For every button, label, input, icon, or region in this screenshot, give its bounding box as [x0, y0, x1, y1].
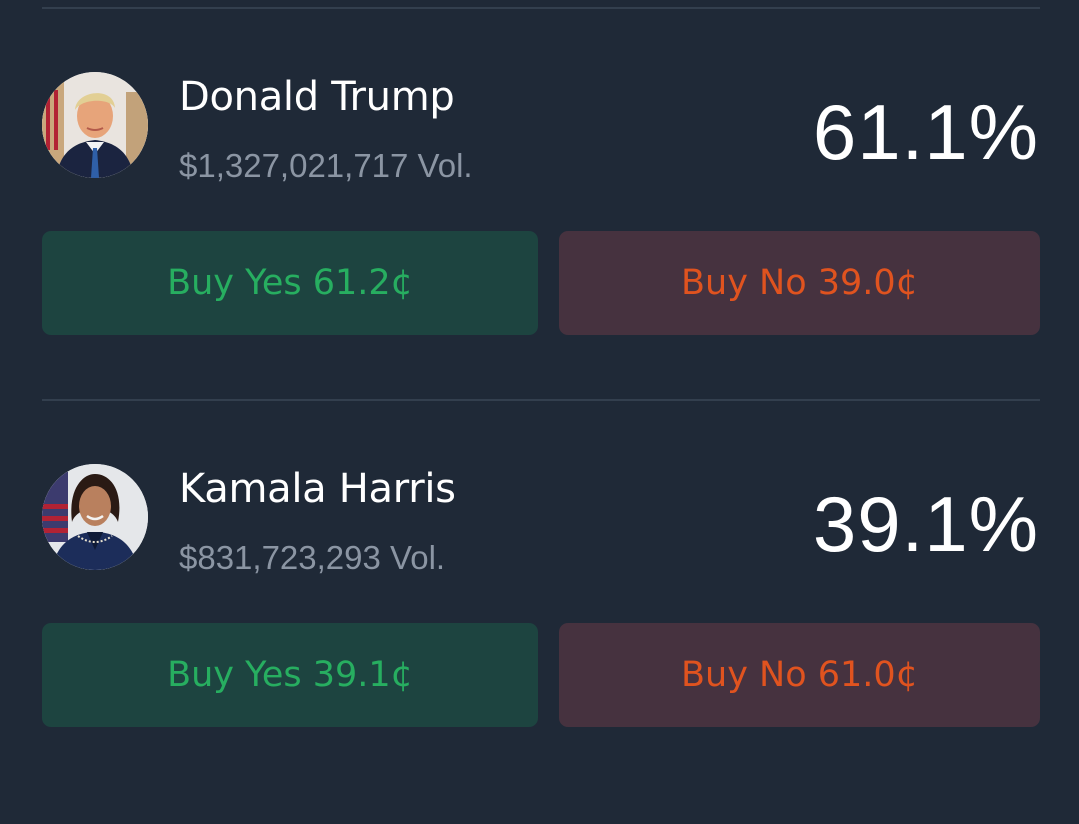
probability-value: 39.1% [812, 480, 1039, 568]
market-row-trump: Donald Trump $1,327,021,717 Vol. 61.1% B… [0, 72, 1079, 432]
candidate-name: Donald Trump [179, 74, 455, 120]
volume-label: $831,723,293 Vol. [179, 539, 446, 576]
buy-yes-button[interactable]: Buy Yes 39.1¢ [42, 623, 538, 727]
divider [42, 399, 1040, 401]
probability-value: 61.1% [812, 88, 1039, 176]
volume-label: $1,327,021,717 Vol. [179, 147, 473, 184]
buy-yes-button[interactable]: Buy Yes 61.2¢ [42, 231, 538, 335]
avatar-trump [42, 72, 148, 178]
buy-no-button[interactable]: Buy No 39.0¢ [559, 231, 1040, 335]
market-row-harris: Kamala Harris $831,723,293 Vol. 39.1% Bu… [0, 464, 1079, 824]
buy-no-button[interactable]: Buy No 61.0¢ [559, 623, 1040, 727]
divider [42, 7, 1040, 9]
candidate-name: Kamala Harris [179, 466, 456, 512]
avatar-harris [42, 464, 148, 570]
